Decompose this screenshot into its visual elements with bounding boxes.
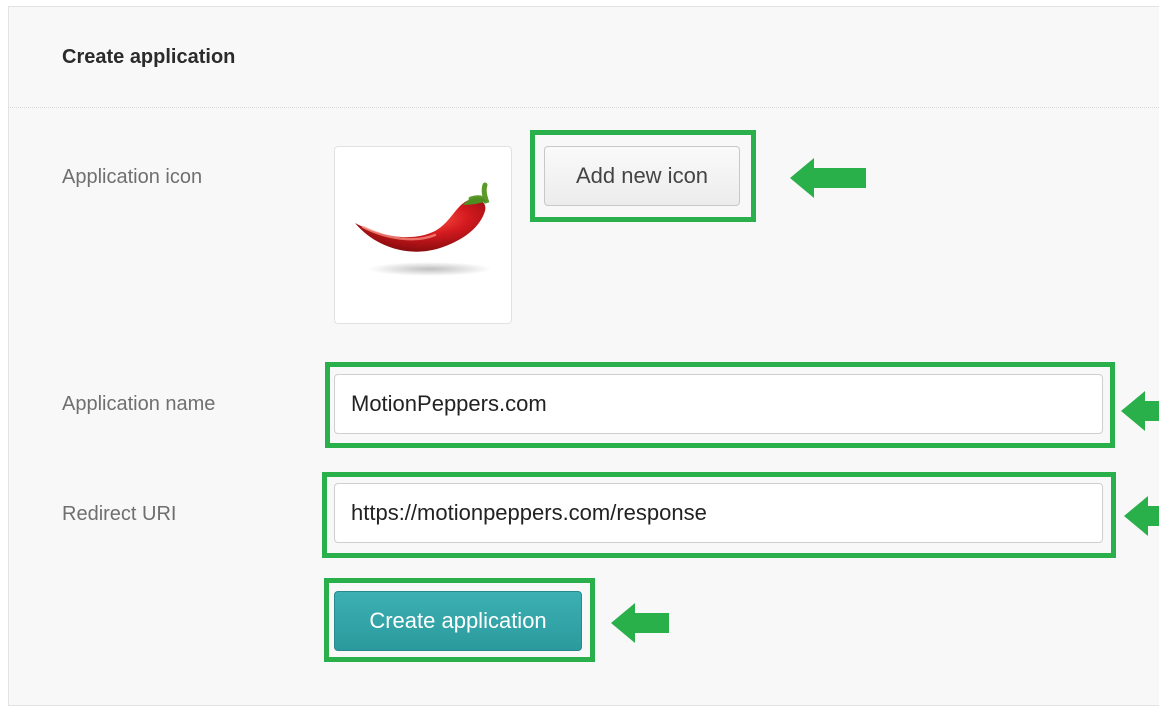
- redirect-uri-input[interactable]: [334, 483, 1103, 543]
- redirect-uri-label: Redirect URI: [62, 503, 177, 525]
- application-icon-preview: [334, 146, 512, 324]
- header-divider: [8, 107, 1159, 108]
- green-arrow-left-icon: [1121, 391, 1159, 431]
- application-name-input[interactable]: [334, 374, 1103, 434]
- green-arrow-left-icon: [790, 158, 866, 198]
- green-arrow-left-icon: [611, 603, 669, 643]
- panel-title: Create application: [62, 46, 236, 68]
- green-arrow-left-icon: [1124, 496, 1159, 536]
- chili-pepper-icon: [355, 182, 492, 276]
- add-new-icon-button[interactable]: Add new icon: [544, 146, 740, 206]
- create-application-button[interactable]: Create application: [334, 591, 582, 651]
- application-name-label: Application name: [62, 393, 216, 415]
- application-icon-label: Application icon: [62, 166, 203, 188]
